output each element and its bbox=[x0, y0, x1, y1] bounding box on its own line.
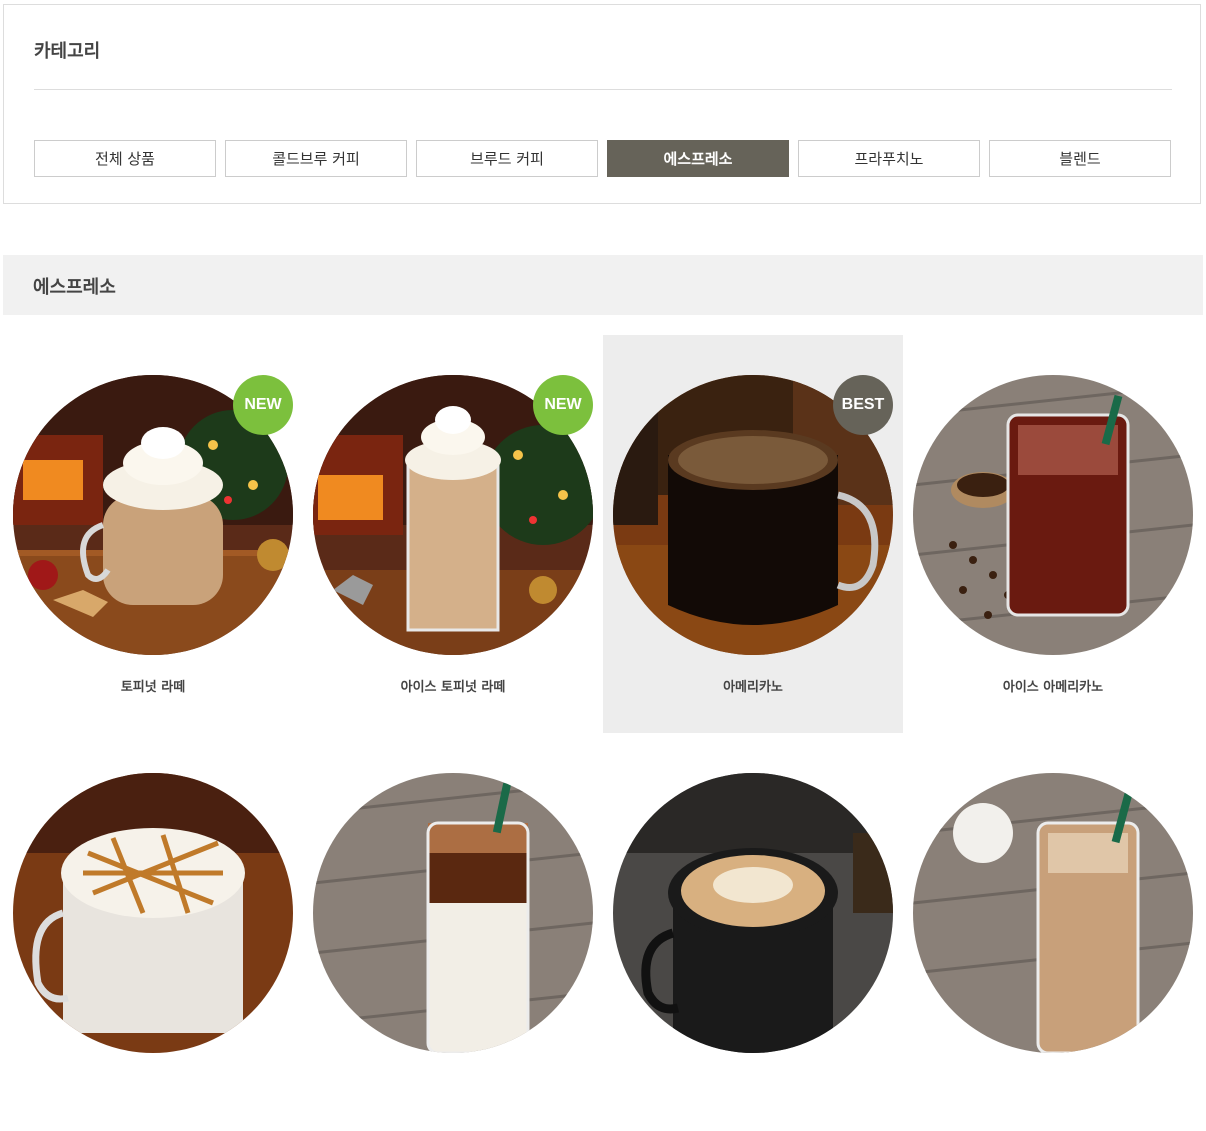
product-image[interactable] bbox=[913, 375, 1193, 655]
product-image[interactable] bbox=[13, 773, 293, 1053]
product-image[interactable] bbox=[613, 773, 893, 1053]
tab-all-products[interactable]: 전체 상품 bbox=[34, 140, 216, 177]
tab-frappuccino[interactable]: 프라푸치노 bbox=[798, 140, 980, 177]
product-name[interactable]: 아메리카노 bbox=[603, 676, 903, 695]
product-card[interactable] bbox=[903, 733, 1203, 1131]
category-title: 카테고리 bbox=[34, 41, 101, 62]
product-image[interactable] bbox=[913, 773, 1193, 1053]
product-card[interactable] bbox=[303, 733, 603, 1131]
new-badge: NEW bbox=[233, 375, 293, 435]
tab-espresso[interactable]: 에스프레소 bbox=[607, 140, 789, 177]
product-card-toffee-nut-latte[interactable]: NEW 토피넛 라떼 bbox=[3, 335, 303, 733]
product-card-americano[interactable]: BEST 아메리카노 bbox=[603, 335, 903, 733]
tab-brewed-coffee[interactable]: 브루드 커피 bbox=[416, 140, 598, 177]
product-name[interactable]: 아이스 아메리카노 bbox=[903, 676, 1203, 695]
product-card-iced-toffee-nut-latte[interactable]: NEW 아이스 토피넛 라떼 bbox=[303, 335, 603, 733]
best-badge: BEST bbox=[833, 375, 893, 435]
product-card[interactable] bbox=[3, 733, 303, 1131]
section-header: 에스프레소 bbox=[3, 255, 1203, 315]
product-image[interactable] bbox=[313, 773, 593, 1053]
tab-cold-brew[interactable]: 콜드브루 커피 bbox=[225, 140, 407, 177]
new-badge: NEW bbox=[533, 375, 593, 435]
product-name[interactable]: 토피넛 라떼 bbox=[3, 676, 303, 695]
product-card-iced-americano[interactable]: 아이스 아메리카노 bbox=[903, 335, 1203, 733]
tab-blend[interactable]: 블렌드 bbox=[989, 140, 1171, 177]
section-title: 에스프레소 bbox=[33, 277, 116, 298]
product-card[interactable] bbox=[603, 733, 903, 1131]
product-name[interactable]: 아이스 토피넛 라떼 bbox=[303, 676, 603, 695]
category-panel: 카테고리 전체 상품 콜드브루 커피 브루드 커피 에스프레소 프라푸치노 블렌… bbox=[3, 4, 1201, 204]
divider bbox=[34, 89, 1172, 90]
